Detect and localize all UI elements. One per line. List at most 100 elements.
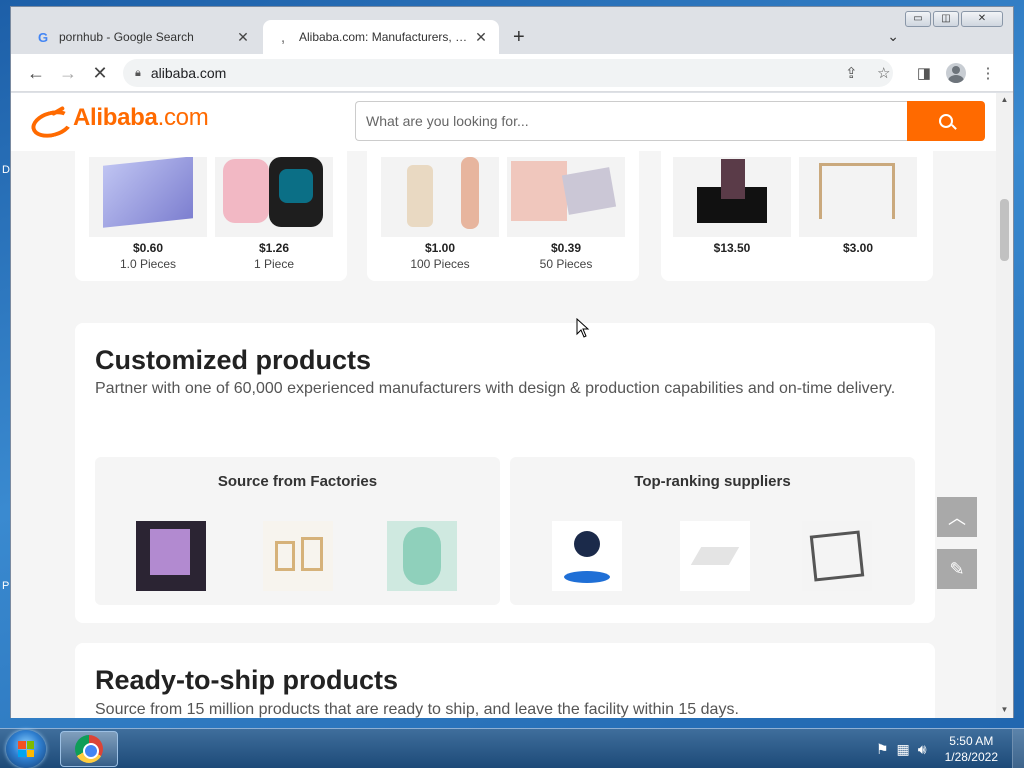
supplier-thumbnail[interactable] bbox=[680, 521, 750, 591]
profile-button[interactable] bbox=[943, 60, 969, 86]
product-price: $13.50 bbox=[713, 241, 751, 255]
network-icon[interactable]: ▦ bbox=[897, 741, 910, 758]
section-title: Ready-to-ship products bbox=[95, 665, 399, 695]
chevron-up-icon: ︿ bbox=[948, 508, 966, 528]
product-item[interactable]: $1.00 100 Pieces bbox=[381, 157, 499, 271]
product-price: $0.60 bbox=[132, 241, 164, 255]
loading-favicon-icon: ‚ bbox=[281, 29, 285, 45]
supplier-thumbnail[interactable] bbox=[802, 521, 872, 591]
side-panel-icon[interactable]: ◨ bbox=[911, 60, 937, 86]
browser-toolbar: ← → ✕ 🔒︎ alibaba.com ⇪ ☆ ◨ ⋮ bbox=[11, 54, 1013, 92]
back-arrow-icon[interactable]: ← bbox=[23, 60, 49, 86]
section-title: Customized products bbox=[95, 345, 372, 375]
system-tray: ⚑ ▦ 🔊︎ 5:50 AM 1/28/2022 bbox=[876, 729, 1024, 768]
factory-thumbnail[interactable] bbox=[387, 521, 457, 591]
product-image bbox=[673, 157, 791, 237]
feedback-edit-icon: ✎ bbox=[949, 558, 965, 579]
source-from-factories-panel[interactable]: Source from Factories bbox=[95, 457, 500, 605]
customized-products-section: Customized products Partner with one of … bbox=[75, 323, 935, 623]
alibaba-logo[interactable]: Alibaba.com bbox=[29, 103, 209, 133]
scroll-down-arrow-icon[interactable]: ▼ bbox=[996, 705, 1013, 714]
action-center-flag-icon[interactable]: ⚑ bbox=[876, 741, 889, 758]
search-button[interactable] bbox=[907, 101, 985, 141]
product-item[interactable]: $1.26 1 Piece bbox=[215, 157, 333, 271]
windows-logo-icon bbox=[18, 741, 34, 757]
factory-thumbnail[interactable] bbox=[263, 521, 333, 591]
desktop-icon-label: P bbox=[2, 580, 10, 592]
ready-to-ship-section: Ready-to-ship products Source from 15 mi… bbox=[75, 643, 935, 718]
product-price: $3.00 bbox=[842, 241, 874, 255]
site-header: Alibaba.com bbox=[11, 93, 996, 151]
product-image bbox=[215, 157, 333, 237]
tab-search-chevron-icon[interactable]: ⌄ bbox=[887, 28, 899, 45]
product-moq: 100 Pieces bbox=[410, 257, 470, 271]
product-card-group: $13.50 $3.00 bbox=[661, 133, 933, 281]
share-icon[interactable]: ⇪ bbox=[845, 64, 858, 82]
tab-title: Alibaba.com: Manufacturers, Suppliers, E… bbox=[299, 30, 473, 44]
tab-alibaba[interactable]: ‚ Alibaba.com: Manufacturers, Suppliers,… bbox=[263, 20, 499, 54]
scroll-up-arrow-icon[interactable]: ▲ bbox=[996, 95, 1013, 104]
address-bar[interactable]: 🔒︎ alibaba.com bbox=[123, 59, 893, 87]
stop-loading-icon[interactable]: ✕ bbox=[87, 60, 113, 86]
back-to-top-button[interactable]: ︿ bbox=[937, 497, 977, 537]
product-price: $1.00 bbox=[424, 241, 456, 255]
product-image bbox=[507, 157, 625, 237]
section-subtitle: Source from 15 million products that are… bbox=[95, 701, 739, 718]
supplier-thumbnail[interactable] bbox=[552, 521, 622, 591]
product-image bbox=[381, 157, 499, 237]
desktop-icon-label: D bbox=[2, 164, 10, 176]
feedback-button[interactable]: ✎ bbox=[937, 549, 977, 589]
tab-google-search[interactable]: G pornhub - Google Search ✕ bbox=[23, 20, 261, 54]
clock[interactable]: 5:50 AM 1/28/2022 bbox=[945, 733, 998, 765]
taskbar: ⚑ ▦ 🔊︎ 5:50 AM 1/28/2022 bbox=[0, 728, 1024, 768]
page-scrollbar[interactable]: ▲ ▼ bbox=[996, 93, 1013, 718]
volume-icon[interactable]: 🔊︎ bbox=[918, 741, 927, 758]
section-subtitle: Partner with one of 60,000 experienced m… bbox=[95, 380, 896, 397]
show-desktop-button[interactable] bbox=[1012, 729, 1024, 768]
product-item[interactable]: $13.50 bbox=[673, 157, 791, 257]
google-favicon-icon: G bbox=[37, 29, 49, 45]
search-input[interactable] bbox=[355, 101, 907, 141]
scrollbar-thumb[interactable] bbox=[1000, 199, 1009, 261]
clock-time: 5:50 AM bbox=[949, 734, 994, 748]
product-moq: 1 Piece bbox=[253, 257, 295, 271]
search-bar bbox=[355, 101, 985, 141]
product-price: $0.39 bbox=[550, 241, 582, 255]
product-image bbox=[89, 157, 207, 237]
factory-thumbnail[interactable] bbox=[136, 521, 206, 591]
new-tab-button[interactable]: + bbox=[513, 27, 525, 47]
top-ranking-suppliers-panel[interactable]: Top-ranking suppliers bbox=[510, 457, 915, 605]
product-item[interactable]: $3.00 bbox=[799, 157, 917, 257]
avatar-icon bbox=[946, 63, 966, 83]
alibaba-logo-mark-icon bbox=[29, 103, 73, 133]
taskbar-chrome-button[interactable] bbox=[60, 731, 118, 767]
tab-strip: G pornhub - Google Search ✕ ‚ Alibaba.co… bbox=[11, 20, 1013, 54]
panel-title: Top-ranking suppliers bbox=[634, 473, 791, 490]
search-icon bbox=[939, 114, 953, 128]
chrome-icon bbox=[75, 735, 103, 763]
product-image bbox=[799, 157, 917, 237]
url-text[interactable]: alibaba.com bbox=[151, 65, 227, 81]
product-moq: 1.0 Pieces bbox=[119, 257, 177, 271]
page-viewport: Alibaba.com $0.60 1.0 Pieces $1.26 bbox=[11, 93, 1013, 718]
forward-arrow-icon[interactable]: → bbox=[55, 60, 81, 86]
browser-window: ▭ ◫ ✕ G pornhub - Google Search ✕ ‚ Alib… bbox=[10, 6, 1014, 718]
product-card-group: $1.00 100 Pieces $0.39 50 Pieces bbox=[367, 133, 639, 281]
logo-suffix: .com bbox=[157, 104, 209, 131]
product-item[interactable]: $0.60 1.0 Pieces bbox=[89, 157, 207, 271]
logo-brand: Alibaba bbox=[73, 104, 158, 131]
bookmark-star-icon[interactable]: ☆ bbox=[877, 64, 890, 82]
start-button[interactable] bbox=[6, 730, 46, 768]
product-item[interactable]: $0.39 50 Pieces bbox=[507, 157, 625, 271]
menu-kebab-icon[interactable]: ⋮ bbox=[975, 60, 1001, 86]
tab-title: pornhub - Google Search bbox=[59, 30, 194, 44]
panel-title: Source from Factories bbox=[217, 473, 378, 490]
close-tab-icon[interactable]: ✕ bbox=[235, 29, 251, 46]
mouse-cursor-icon bbox=[576, 318, 590, 338]
close-tab-icon[interactable]: ✕ bbox=[473, 29, 489, 46]
product-card-group: $0.60 1.0 Pieces $1.26 1 Piece bbox=[75, 133, 347, 281]
clock-date: 1/28/2022 bbox=[944, 750, 998, 764]
product-price: $1.26 bbox=[258, 241, 290, 255]
lock-icon: 🔒︎ bbox=[135, 66, 141, 79]
product-moq: 50 Pieces bbox=[539, 257, 593, 271]
